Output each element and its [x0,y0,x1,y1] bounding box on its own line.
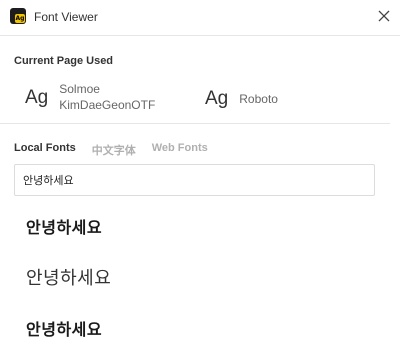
scrollbar[interactable] [390,36,400,357]
font-sample-glyph: Ag [25,86,49,108]
font-sample-glyph: Ag [205,88,229,109]
current-font-item[interactable]: Ag Solmoe KimDaeGeonOTF [25,81,155,113]
font-preview-item[interactable]: 안녕하세요 [26,316,102,340]
font-name-secondary: KimDaeGeonOTF [59,98,156,112]
current-page-heading: Current Page Used [14,55,114,67]
font-name: Solmoe [59,82,100,96]
close-icon [378,10,390,22]
close-button[interactable] [374,6,394,26]
section-divider [0,123,390,124]
tab-chinese-fonts[interactable]: 中文字体 [92,142,136,158]
app-logo-icon: Ag [10,8,26,24]
font-name-block: Solmoe KimDaeGeonOTF [59,81,155,113]
current-font-item[interactable]: Ag Roboto [205,89,278,108]
tab-local-fonts[interactable]: Local Fonts [14,142,76,158]
title-bar: Ag Font Viewer [0,0,400,36]
preview-text-input[interactable] [14,164,375,196]
font-name: Roboto [239,91,278,106]
font-preview-item[interactable]: 안녕하세요 [26,264,111,290]
font-source-tabs: Local Fonts 中文字体 Web Fonts [14,142,224,158]
font-preview-item[interactable]: 안녕하세요 [26,214,102,238]
tab-web-fonts[interactable]: Web Fonts [152,142,208,158]
app-logo-glyph: Ag [15,14,25,23]
window-title: Font Viewer [34,10,98,24]
